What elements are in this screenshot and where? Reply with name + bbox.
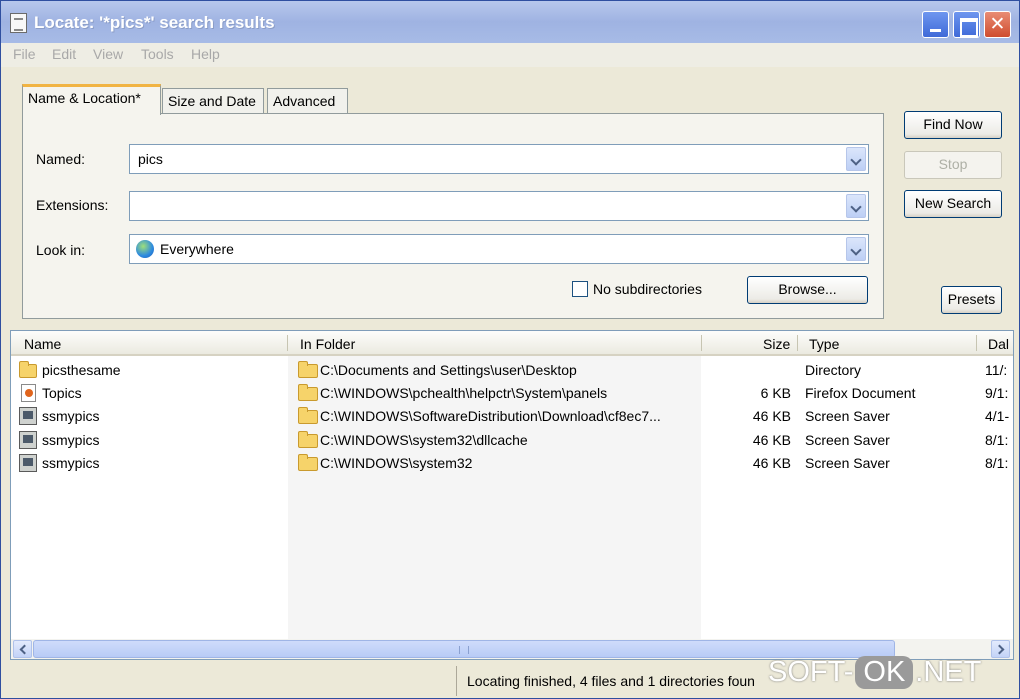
- row-folder: C:\WINDOWS\system32\dllcache: [320, 432, 528, 448]
- new-search-button[interactable]: New Search: [904, 190, 1002, 218]
- column-header-name[interactable]: Name: [24, 336, 61, 352]
- firefox-document-icon: [21, 384, 36, 402]
- row-name: ssmypics: [42, 432, 100, 448]
- browse-button[interactable]: Browse...: [747, 276, 868, 304]
- chevron-down-icon[interactable]: [846, 194, 866, 218]
- lookin-value[interactable]: Everywhere: [160, 241, 234, 257]
- folder-icon: [298, 407, 318, 424]
- scroll-left-icon[interactable]: [13, 640, 32, 658]
- watermark-right: .NET: [915, 656, 982, 688]
- maximize-button[interactable]: [953, 11, 980, 38]
- row-type: Screen Saver: [805, 408, 890, 424]
- column-divider[interactable]: [287, 335, 288, 351]
- globe-icon: [136, 240, 154, 258]
- table-row[interactable]: picsthesame C:\Documents and Settings\us…: [11, 359, 1013, 382]
- table-row[interactable]: ssmypics C:\WINDOWS\system32\dllcache 46…: [11, 429, 1013, 452]
- watermark-middle: OK: [855, 656, 914, 689]
- row-folder: C:\WINDOWS\SoftwareDistribution\Download…: [320, 408, 661, 424]
- screen-saver-icon: [19, 454, 37, 472]
- presets-button[interactable]: Presets: [941, 286, 1002, 314]
- row-folder: C:\WINDOWS\pchealth\helpctr\System\panel…: [320, 385, 608, 401]
- extensions-combo[interactable]: [129, 191, 869, 221]
- row-size: 6 KB: [760, 385, 791, 401]
- lookin-label: Look in:: [36, 242, 86, 258]
- screen-saver-icon: [19, 431, 37, 449]
- row-date: 8/1:: [985, 455, 1009, 471]
- app-document-icon: [10, 13, 27, 33]
- scroll-right-icon[interactable]: [991, 640, 1010, 658]
- watermark: SOFT- OK .NET: [768, 656, 981, 696]
- row-date: 4/1-: [985, 408, 1010, 424]
- menu-tools[interactable]: Tools: [141, 46, 174, 62]
- status-text: Locating finished, 4 files and 1 directo…: [467, 673, 755, 689]
- no-subdirectories-label[interactable]: No subdirectories: [593, 281, 702, 297]
- scrollbar-thumb[interactable]: [33, 640, 895, 658]
- chevron-down-icon[interactable]: [846, 237, 866, 261]
- chevron-down-icon[interactable]: [846, 147, 866, 171]
- row-name: ssmypics: [42, 408, 100, 424]
- find-now-button[interactable]: Find Now: [904, 111, 1002, 139]
- close-button[interactable]: ✕: [984, 11, 1011, 38]
- tab-size-date[interactable]: Size and Date: [162, 88, 264, 115]
- table-row[interactable]: ssmypics C:\WINDOWS\SoftwareDistribution…: [11, 405, 1013, 428]
- tab-advanced[interactable]: Advanced: [267, 88, 348, 115]
- locate-window: Locate: '*pics*' search results ✕ File E…: [0, 0, 1020, 699]
- folder-icon: [19, 361, 37, 378]
- folder-icon: [298, 384, 318, 401]
- title-bar[interactable]: Locate: '*pics*' search results ✕: [1, 1, 1019, 43]
- menu-edit[interactable]: Edit: [52, 46, 76, 62]
- table-row[interactable]: Topics C:\WINDOWS\pchealth\helpctr\Syste…: [11, 382, 1013, 405]
- row-date: 8/1:: [985, 432, 1009, 448]
- minimize-button[interactable]: [922, 11, 949, 38]
- stop-button[interactable]: Stop: [904, 151, 1002, 179]
- row-name: Topics: [42, 385, 82, 401]
- row-folder: C:\Documents and Settings\user\Desktop: [320, 362, 577, 378]
- row-type: Firefox Document: [805, 385, 916, 401]
- tab-name-location[interactable]: Name & Location*: [22, 84, 161, 115]
- window-title: Locate: '*pics*' search results: [34, 13, 275, 32]
- named-combo[interactable]: pics: [129, 144, 869, 174]
- watermark-left: SOFT-: [768, 656, 854, 688]
- row-name: picsthesame: [42, 362, 121, 378]
- no-subdirectories-checkbox[interactable]: [572, 281, 588, 297]
- column-header-size[interactable]: Size: [763, 336, 790, 352]
- row-folder: C:\WINDOWS\system32: [320, 455, 473, 471]
- lookin-combo[interactable]: Everywhere: [129, 234, 869, 264]
- menu-bar: File Edit View Tools Help: [1, 43, 1019, 67]
- row-type: Screen Saver: [805, 455, 890, 471]
- close-icon: ✕: [989, 14, 1006, 35]
- column-header-date[interactable]: Dal: [988, 336, 1009, 352]
- row-name: ssmypics: [42, 455, 100, 471]
- menu-file[interactable]: File: [13, 46, 36, 62]
- row-size: 46 KB: [752, 455, 791, 471]
- column-divider[interactable]: [797, 335, 798, 351]
- list-header: Name In Folder Size Type Dal: [11, 331, 1013, 356]
- row-size: 46 KB: [752, 432, 791, 448]
- results-list[interactable]: Name In Folder Size Type Dal picsthesame…: [10, 330, 1014, 660]
- named-value[interactable]: pics: [138, 151, 163, 167]
- grip-icon: [459, 646, 469, 654]
- folder-icon: [298, 454, 318, 471]
- column-header-folder[interactable]: In Folder: [300, 336, 355, 352]
- row-type: Directory: [805, 362, 862, 378]
- column-header-type[interactable]: Type: [809, 336, 839, 352]
- row-date: 11/:: [985, 362, 1008, 378]
- named-label: Named:: [36, 151, 86, 167]
- table-row[interactable]: ssmypics C:\WINDOWS\system32 46 KB Scree…: [11, 452, 1013, 475]
- screen-saver-icon: [19, 407, 37, 425]
- row-date: 9/1:: [985, 385, 1009, 401]
- row-type: Screen Saver: [805, 432, 890, 448]
- menu-help[interactable]: Help: [191, 46, 220, 62]
- column-divider[interactable]: [976, 335, 977, 351]
- column-divider[interactable]: [701, 335, 702, 351]
- folder-icon: [298, 361, 318, 378]
- folder-icon: [298, 431, 318, 448]
- row-size: 46 KB: [752, 408, 791, 424]
- menu-view[interactable]: View: [93, 46, 123, 62]
- extensions-label: Extensions:: [36, 197, 109, 213]
